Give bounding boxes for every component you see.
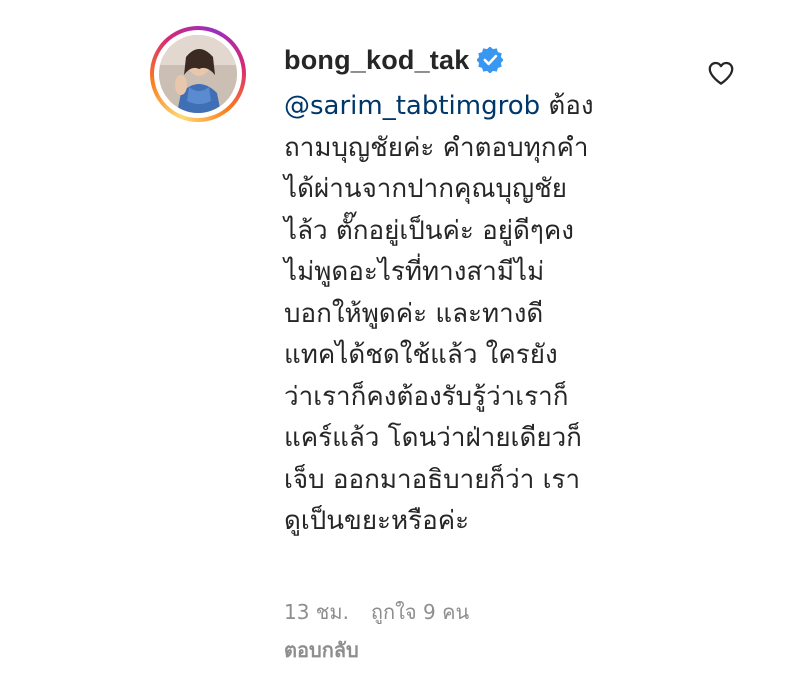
avatar-ring-gap (154, 30, 242, 118)
comment-timestamp[interactable]: 13 ชม. (284, 596, 349, 628)
reply-button[interactable]: ตอบกลับ (284, 634, 359, 666)
comment-line: บอกให้พูดค่ะ และทางดี (284, 298, 544, 329)
username-link[interactable]: bong_kod_tak (284, 45, 469, 76)
mention-link[interactable]: @sarim_tabtimgrob (284, 91, 540, 121)
comment-line: แทคได้ชดใช้แล้ว ใครยัง (284, 340, 558, 370)
comment-content: bong_kod_tak @sarim_tabtimgrob ต้อง ถามบ… (284, 40, 694, 543)
avatar[interactable] (159, 35, 237, 113)
comment-line: เจ็บ ออกมาอธิบายก็ว่า เรา (284, 464, 581, 495)
profile-photo-icon (159, 35, 237, 113)
comment-line: @sarim_tabtimgrob ต้อง (284, 91, 594, 121)
heart-outline-icon[interactable] (706, 58, 736, 88)
comment-text: @sarim_tabtimgrob ต้อง ถามบุญชัยค่ะ คำตอ… (284, 86, 694, 543)
comment-meta: 13 ชม. ถูกใจ 9 คน (284, 596, 469, 628)
avatar-story-ring[interactable] (150, 26, 246, 122)
comment-line: ไล้ว ตั๊กอยู่เป็นค่ะ อยู่ดีๆคง (284, 215, 574, 246)
comment-line: ได้ผ่านจากปากคุณบุญชัย (284, 174, 568, 204)
verified-badge-icon (476, 46, 505, 74)
comment-line: ถามบุญชัยค่ะ คำตอบทุกคำ (284, 132, 589, 163)
comment-line: ดูเป็นขยะหรือค่ะ (284, 506, 470, 536)
comment-line: แคร์แล้ว โดนว่าฝ่ายเดียวก็ (284, 423, 582, 453)
comment-line: ว่าเราก็คงต้องรับรู้ว่าเราก็ (284, 381, 569, 412)
comment-line: ไม่พูดอะไรที่ทางสามีไม่ (284, 257, 545, 287)
comment-header: bong_kod_tak (284, 40, 694, 80)
comment-likes-count[interactable]: ถูกใจ 9 คน (371, 596, 469, 628)
